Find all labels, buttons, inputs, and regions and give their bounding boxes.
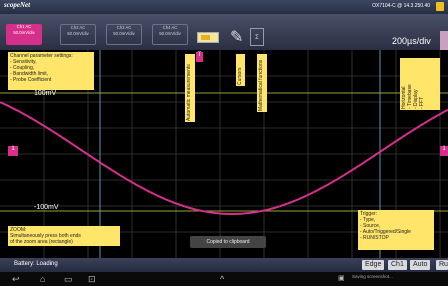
zoom-note: ZOOM: Simultaneously press both ends of …	[8, 226, 120, 246]
channel-settings-note: Channel parameter settings: - Sensitivit…	[8, 52, 94, 90]
channel-1-trace	[0, 101, 448, 215]
auto-measure-note: Automatic measurements	[185, 54, 195, 122]
channel-scale: 50.0mV/div	[67, 31, 89, 36]
timebase-value[interactable]: 200µs/div	[392, 36, 431, 46]
title-bar: scopeNet OX7104-C @ 14.3.250.40	[0, 0, 448, 14]
trigger-source-button[interactable]: Ch1	[388, 260, 407, 270]
notification-icon: ▣	[338, 275, 345, 282]
chevron-up-icon[interactable]: ^	[220, 273, 224, 285]
channel-3-button[interactable]: Ch3 AC 50.0mV/div	[106, 24, 142, 45]
trigger-edge-button[interactable]: Edge	[362, 260, 385, 270]
channel-1-button[interactable]: Ch1 AC 50.0mV/div	[6, 24, 42, 45]
notification-text: Saving screenshot...	[352, 274, 393, 279]
trigger-mode-button[interactable]: Auto	[410, 260, 431, 270]
back-icon[interactable]: ↩	[12, 273, 20, 285]
math-function-button[interactable]: Σ	[250, 28, 264, 46]
math-functions-note: Mathematical functions	[257, 54, 267, 112]
toolbar: Ch1 AC 50.0mV/div Ch2 AC 50.0mV/div Ch3 …	[0, 14, 448, 61]
status-bar: Battery: Loading Edge Ch1 Auto Ru	[0, 258, 448, 272]
trigger-note: Trigger: - Type, - Source, - Auto/Trigge…	[358, 210, 434, 250]
folder-icon[interactable]	[436, 2, 444, 11]
battery-status: Battery: Loading	[14, 261, 58, 267]
battery-icon[interactable]	[197, 32, 219, 43]
level-label-top: 100mV	[34, 90, 57, 97]
home-icon[interactable]: ⌂	[40, 273, 45, 285]
horizontal-note: Horizontal - Timebase - Display - FFT	[400, 58, 440, 110]
level-label-bottom: -100mV	[34, 204, 59, 211]
channel-scale: 50.0mV/div	[13, 30, 35, 35]
screenshot-icon[interactable]: ⊡	[88, 273, 96, 285]
channel-1-ground-marker[interactable]: 1	[8, 146, 18, 156]
recent-apps-icon[interactable]: ▭	[64, 273, 73, 285]
cursors-note: Cursors	[236, 54, 245, 86]
channel-scale: 50.0mV/div	[159, 31, 181, 36]
channel-1-level-marker[interactable]: 1	[440, 146, 448, 156]
cursor-tool-icon[interactable]: ✎	[230, 26, 244, 50]
run-stop-button[interactable]: Ru	[436, 260, 448, 270]
system-nav-bar: ↩ ⌂ ▭ ⊡ ^ ▣ Saving screenshot...	[0, 272, 448, 286]
toast-message: Copied to clipboard	[190, 236, 266, 248]
trigger-position-marker[interactable]: T	[196, 52, 203, 62]
channel-4-button[interactable]: Ch4 AC 50.0mV/div	[152, 24, 188, 45]
channel-2-button[interactable]: Ch2 AC 50.0mV/div	[60, 24, 96, 45]
scope-display[interactable]: Channel parameter settings: - Sensitivit…	[0, 50, 448, 258]
device-address: OX7104-C @ 14.3.250.40	[372, 3, 430, 9]
app-logo: scopeNet	[4, 1, 31, 9]
channel-scale: 50.0mV/div	[113, 31, 135, 36]
